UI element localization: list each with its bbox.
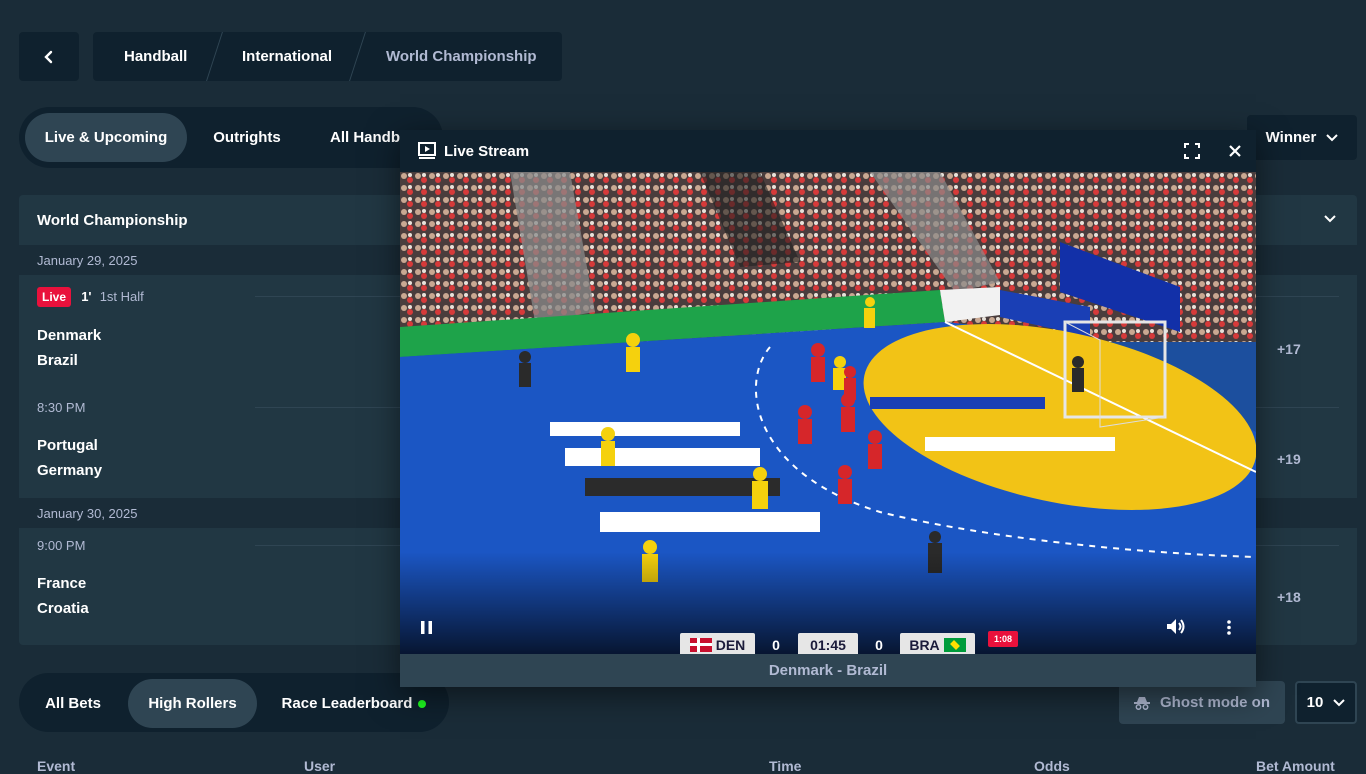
event-time: 8:30 PM (37, 400, 86, 415)
away-code: BRA (909, 637, 940, 653)
breadcrumb-handball[interactable]: Handball (124, 32, 187, 81)
close-icon[interactable] (1229, 145, 1241, 157)
tab-all-bets[interactable]: All Bets (27, 679, 119, 728)
back-button[interactable] (19, 32, 79, 81)
per-page-value: 10 (1306, 694, 1324, 711)
column-header-bet-amount: Bet Amount (1256, 758, 1335, 774)
tab-live-upcoming[interactable]: Live & Upcoming (25, 113, 187, 162)
incognito-icon (1134, 696, 1150, 710)
pause-icon[interactable] (421, 621, 432, 634)
more-markets-button[interactable]: +19 (1277, 451, 1301, 467)
event-minute: 1' (81, 289, 92, 304)
breadcrumb-divider (349, 32, 366, 81)
home-team[interactable]: Portugal (37, 437, 98, 454)
live-badge: Live (37, 287, 72, 307)
shot-clock: 1:08 (988, 631, 1018, 647)
event-status: Live 1' 1st Half (37, 287, 144, 307)
more-options-icon[interactable] (1227, 620, 1231, 635)
home-code: DEN (715, 637, 746, 653)
competition-title: World Championship (37, 211, 188, 229)
play-video-icon (418, 142, 436, 159)
event-tabs: Live & Upcoming Outrights All Handb (19, 107, 443, 168)
bets-tabs: All Bets High Rollers Race Leaderboard (19, 673, 449, 732)
event-date: January 30, 2025 (37, 505, 138, 521)
live-stream-header[interactable]: Live Stream (400, 130, 1256, 172)
chevron-down-icon (1326, 133, 1339, 141)
column-header-event: Event (37, 758, 76, 774)
event-date: January 29, 2025 (37, 252, 138, 268)
home-score: 0 (772, 637, 780, 653)
ghost-mode-button[interactable]: Ghost mode on (1119, 681, 1285, 724)
away-score: 0 (875, 637, 883, 653)
event-period: 1st Half (99, 289, 144, 304)
home-team[interactable]: Denmark (37, 327, 101, 344)
volume-icon[interactable] (1166, 618, 1185, 635)
breadcrumb: Handball International World Championshi… (93, 32, 562, 81)
fullscreen-icon[interactable] (1184, 143, 1200, 159)
stream-caption: Denmark - Brazil (400, 654, 1256, 687)
more-markets-button[interactable]: +17 (1277, 341, 1301, 357)
match-clock: 01:45 (798, 633, 858, 654)
market-select-value: Winner (1265, 129, 1317, 146)
breadcrumb-divider (206, 32, 223, 81)
scoreboard-home: DEN (680, 633, 755, 654)
live-indicator-dot (418, 699, 427, 708)
chevron-left-icon (44, 50, 53, 63)
column-header-user: User (304, 758, 336, 774)
away-team[interactable]: Croatia (37, 600, 89, 617)
chevron-down-icon (1333, 698, 1346, 706)
tab-outrights[interactable]: Outrights (195, 113, 299, 162)
chevron-down-icon (1324, 215, 1336, 223)
brazil-flag-icon (943, 638, 966, 652)
home-team[interactable]: France (37, 575, 86, 592)
race-leaderboard-label: Race Leaderboard (281, 695, 413, 712)
video-player[interactable]: DEN 0 01:45 0 BRA 1:08 (400, 172, 1256, 654)
breadcrumb-world-championship: World Championship (386, 48, 537, 65)
ghost-mode-label: Ghost mode on (1160, 694, 1270, 711)
scoreboard-away: BRA (900, 633, 975, 654)
video-frame (400, 172, 1256, 654)
away-team[interactable]: Germany (37, 462, 102, 479)
live-stream-title: Live Stream (444, 142, 530, 160)
column-header-time: Time (769, 758, 802, 774)
breadcrumb-international[interactable]: International (242, 32, 332, 81)
per-page-select[interactable]: 10 (1295, 681, 1357, 724)
event-time: 9:00 PM (37, 538, 86, 553)
live-stream-modal: Live Stream DEN 0 01:45 0 BRA 1:08 Denma… (400, 130, 1256, 687)
away-team[interactable]: Brazil (37, 352, 78, 369)
tab-high-rollers[interactable]: High Rollers (128, 679, 257, 728)
column-header-odds: Odds (1034, 758, 1070, 774)
market-select[interactable]: Winner (1247, 115, 1357, 160)
more-markets-button[interactable]: +18 (1277, 589, 1301, 605)
denmark-flag-icon (689, 638, 712, 652)
